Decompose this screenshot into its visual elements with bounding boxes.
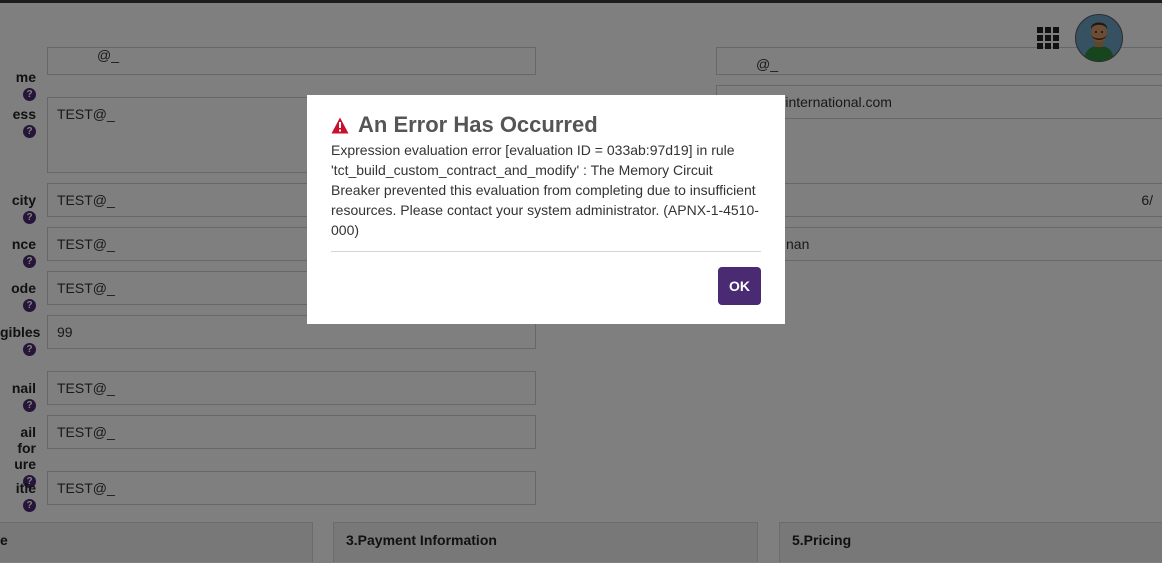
dialog-heading: An Error Has Occurred [331,112,761,138]
error-dialog: An Error Has Occurred Expression evaluat… [307,95,785,324]
dialog-divider [331,251,761,252]
dialog-message: Expression evaluation error [evaluation … [331,142,759,238]
ok-button[interactable]: OK [718,267,761,305]
dialog-title: An Error Has Occurred [358,112,598,137]
warning-icon [331,117,349,133]
